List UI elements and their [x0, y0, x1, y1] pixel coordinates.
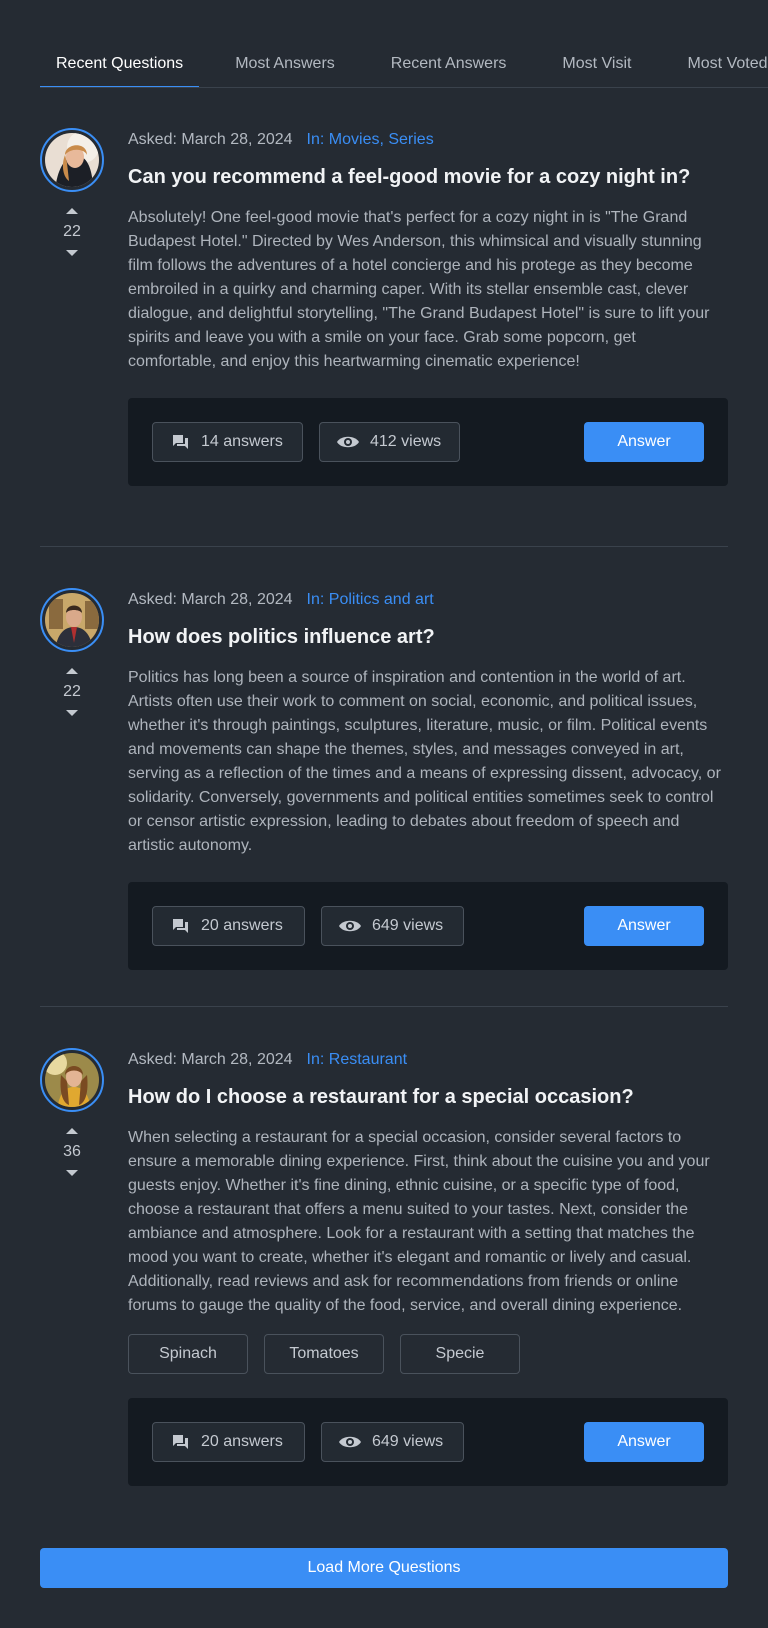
avatar[interactable]: [40, 1048, 104, 1112]
views-label: 649 views: [372, 1433, 444, 1450]
views-label: 649 views: [372, 917, 444, 934]
answers-count[interactable]: 20 answers: [152, 906, 305, 946]
tag-list: Spinach Tomatoes Specie: [128, 1334, 728, 1374]
tab-most-voted[interactable]: Most Voted: [671, 46, 768, 87]
vote-count: 22: [63, 223, 81, 240]
answers-label: 20 answers: [201, 917, 283, 934]
category-link[interactable]: In: Movies, Series: [307, 131, 434, 148]
tab-most-visit[interactable]: Most Visit: [546, 46, 647, 87]
question-text: Absolutely! One feel-good movie that's p…: [128, 209, 710, 370]
avatar[interactable]: [40, 128, 104, 192]
comments-icon: [169, 916, 191, 936]
answers-label: 20 answers: [201, 1433, 283, 1450]
asked-date: Asked: March 28, 2024: [128, 1051, 293, 1068]
question-title[interactable]: How does politics influence art?: [128, 622, 728, 652]
divider: [40, 1006, 728, 1007]
answer-button[interactable]: Answer: [584, 422, 704, 462]
answer-button[interactable]: Answer: [584, 1422, 704, 1462]
tag-specie[interactable]: Specie: [400, 1334, 520, 1374]
answer-button[interactable]: Answer: [584, 906, 704, 946]
eye-icon: [338, 918, 362, 934]
downvote-arrow-icon[interactable]: [66, 1170, 78, 1176]
question-footer: 20 answers 649 views Answer: [128, 1398, 728, 1486]
tag-spinach[interactable]: Spinach: [128, 1334, 248, 1374]
question-body: Asked: March 28, 2024 In: Restaurant How …: [128, 1048, 728, 1486]
category-link[interactable]: In: Restaurant: [307, 1051, 408, 1068]
question-body: Asked: March 28, 2024 In: Movies, Series …: [128, 128, 728, 486]
question-footer: 14 answers 412 views Answer: [128, 398, 728, 486]
downvote-arrow-icon[interactable]: [66, 250, 78, 256]
eye-icon: [338, 1434, 362, 1450]
avatar[interactable]: [40, 588, 104, 652]
divider: [40, 546, 728, 547]
views-count: 649 views: [321, 906, 464, 946]
comments-icon: [169, 1432, 191, 1452]
tag-tomatoes[interactable]: Tomatoes: [264, 1334, 384, 1374]
vote-count: 36: [63, 1143, 81, 1160]
views-count: 649 views: [321, 1422, 464, 1462]
vote-widget: 22: [40, 208, 104, 256]
asked-date: Asked: March 28, 2024: [128, 591, 293, 608]
answers-count[interactable]: 20 answers: [152, 1422, 305, 1462]
answers-label: 14 answers: [201, 433, 283, 450]
question-text: Politics has long been a source of inspi…: [128, 669, 721, 854]
vote-widget: 36: [40, 1128, 104, 1176]
downvote-arrow-icon[interactable]: [66, 710, 78, 716]
vote-count: 22: [63, 683, 81, 700]
tab-most-answers[interactable]: Most Answers: [219, 46, 351, 87]
views-count: 412 views: [319, 422, 460, 462]
question-meta: Asked: March 28, 2024 In: Restaurant: [128, 1048, 728, 1072]
upvote-arrow-icon[interactable]: [66, 668, 78, 674]
upvote-arrow-icon[interactable]: [66, 1128, 78, 1134]
answers-count[interactable]: 14 answers: [152, 422, 303, 462]
views-label: 412 views: [370, 433, 442, 450]
upvote-arrow-icon[interactable]: [66, 208, 78, 214]
avatar-image: [45, 133, 99, 187]
question-body: Asked: March 28, 2024 In: Politics and ar…: [128, 588, 728, 970]
tab-recent-answers[interactable]: Recent Answers: [375, 46, 523, 87]
load-more-button[interactable]: Load More Questions: [40, 1548, 728, 1588]
tab-recent-questions[interactable]: Recent Questions: [40, 46, 200, 87]
question-meta: Asked: March 28, 2024 In: Movies, Series: [128, 128, 728, 152]
avatar-image: [45, 593, 99, 647]
question-title[interactable]: How do I choose a restaurant for a speci…: [128, 1082, 728, 1112]
question-footer: 20 answers 649 views Answer: [128, 882, 728, 970]
avatar-image: [45, 1053, 99, 1107]
eye-icon: [336, 434, 360, 450]
question-title[interactable]: Can you recommend a feel-good movie for …: [128, 162, 728, 192]
question-tabs: Recent Questions Most Answers Recent Ans…: [40, 46, 768, 88]
asked-date: Asked: March 28, 2024: [128, 131, 293, 148]
question-text: When selecting a restaurant for a specia…: [128, 1129, 710, 1314]
comments-icon: [169, 432, 191, 452]
category-link[interactable]: In: Politics and art: [307, 591, 434, 608]
question-meta: Asked: March 28, 2024 In: Politics and ar…: [128, 588, 728, 612]
vote-widget: 22: [40, 668, 104, 716]
